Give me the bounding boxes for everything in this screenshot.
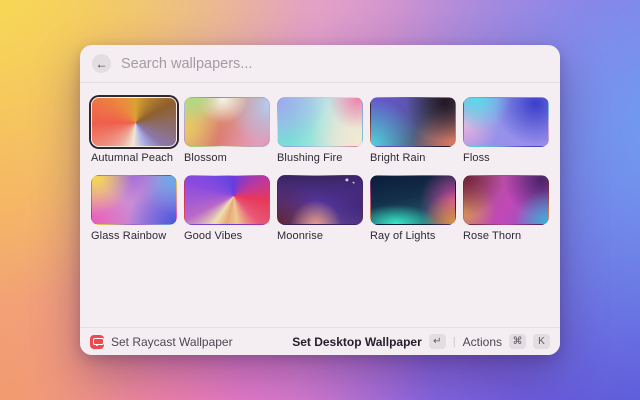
wallpaper-thumbnail[interactable]: [370, 175, 456, 225]
raycast-wallpaper-icon: [90, 334, 104, 349]
wallpaper-name: Autumnal Peach: [91, 152, 174, 164]
wallpaper-thumbnail[interactable]: [370, 97, 456, 147]
search-bar: ←: [80, 45, 560, 83]
back-button[interactable]: ←: [92, 54, 111, 73]
wallpaper-tile[interactable]: Blossom: [184, 97, 270, 164]
wallpaper-name: Floss: [463, 152, 490, 164]
wallpaper-name: Good Vibes: [184, 230, 243, 242]
wallpaper-name: Bright Rain: [370, 152, 426, 164]
wallpaper-name: Blushing Fire: [277, 152, 343, 164]
actions-button[interactable]: Actions: [463, 335, 502, 349]
wallpaper-name: Rose Thorn: [463, 230, 522, 242]
wallpaper-tile[interactable]: Glass Rainbow: [91, 175, 177, 242]
wallpaper-thumbnail[interactable]: [463, 175, 549, 225]
wallpaper-grid: Autumnal Peach Blossom Blushing Fire Bri…: [80, 83, 560, 242]
wallpaper-name: Ray of Lights: [370, 230, 436, 242]
wallpaper-thumbnail[interactable]: [277, 175, 363, 225]
return-key-badge: ↵: [428, 334, 446, 349]
wallpaper-tile[interactable]: Ray of Lights: [370, 175, 456, 242]
wallpaper-thumbnail[interactable]: [184, 97, 270, 147]
wallpaper-name: Moonrise: [277, 230, 324, 242]
action-bar: Set Raycast Wallpaper Set Desktop Wallpa…: [80, 327, 560, 355]
wallpaper-thumbnail[interactable]: [184, 175, 270, 225]
wallpaper-tile[interactable]: Good Vibes: [184, 175, 270, 242]
wallpaper-tile[interactable]: Blushing Fire: [277, 97, 363, 164]
wallpaper-thumbnail[interactable]: [463, 97, 549, 147]
wallpaper-tile[interactable]: Autumnal Peach: [91, 97, 177, 164]
back-arrow-icon: ←: [95, 56, 108, 71]
wallpaper-tile[interactable]: Rose Thorn: [463, 175, 549, 242]
set-desktop-wallpaper-button[interactable]: Set Desktop Wallpaper: [292, 335, 422, 349]
wallpaper-thumbnail[interactable]: [91, 175, 177, 225]
wallpaper-tile[interactable]: Bright Rain: [370, 97, 456, 164]
raycast-window: ← Autumnal Peach Blossom Blushing Fire B…: [80, 45, 560, 355]
wallpaper-name: Blossom: [184, 152, 227, 164]
wallpaper-tile[interactable]: Floss: [463, 97, 549, 164]
k-key-badge: K: [533, 334, 550, 349]
action-bar-right: Set Desktop Wallpaper ↵ | Actions ⌘ K: [292, 334, 550, 349]
wallpaper-thumbnail[interactable]: [277, 97, 363, 147]
extension-title: Set Raycast Wallpaper: [111, 334, 233, 349]
wallpaper-tile[interactable]: Moonrise: [277, 175, 363, 242]
search-input[interactable]: [121, 55, 421, 72]
footer-divider: |: [452, 335, 456, 348]
cmd-key-badge: ⌘: [509, 334, 526, 349]
wallpaper-thumbnail[interactable]: [91, 97, 177, 147]
wallpaper-name: Glass Rainbow: [91, 230, 167, 242]
empty-content-area: [80, 242, 560, 327]
